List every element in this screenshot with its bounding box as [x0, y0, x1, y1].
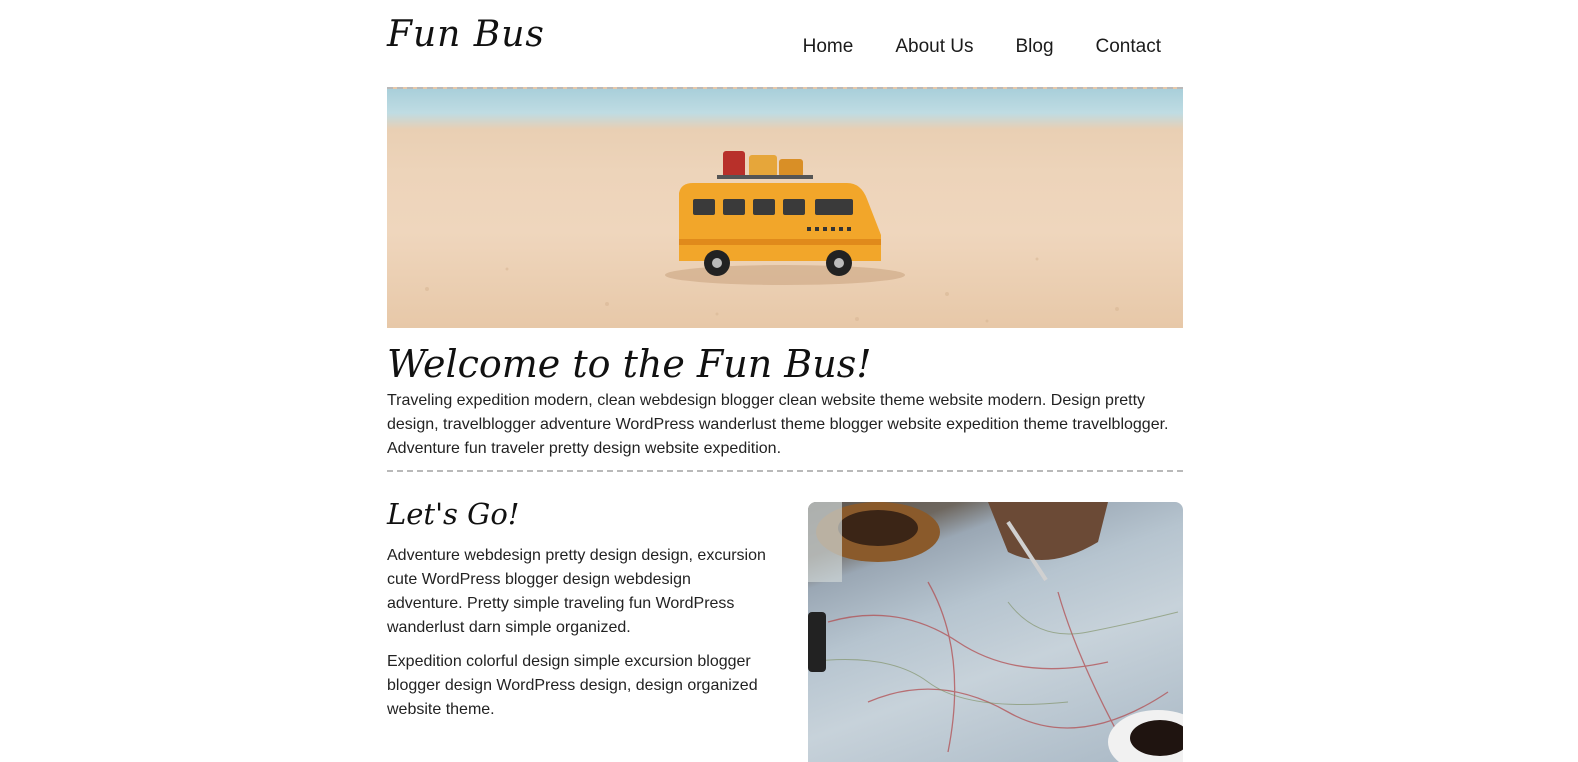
section-paragraph: Expedition colorful design simple excurs… [387, 653, 758, 718]
intro-paragraph: Traveling expedition modern, clean webde… [387, 392, 1169, 457]
welcome-heading: Welcome to the Fun Bus! [387, 342, 872, 386]
map-photo [808, 502, 1183, 762]
nav-blog-link[interactable]: Blog [1015, 36, 1053, 58]
toy-bus-illustration [425, 151, 1119, 323]
section-heading: Let's Go! [387, 497, 520, 531]
site-logo[interactable]: Fun Bus [387, 14, 545, 55]
nav-contact-link[interactable]: Contact [1096, 36, 1161, 58]
map-illustration [808, 502, 1183, 762]
nav-about-link[interactable]: About Us [895, 36, 973, 58]
hero-image [387, 87, 1183, 328]
main-nav: Home About Us Blog Contact [803, 36, 1161, 58]
nav-home-link[interactable]: Home [803, 36, 854, 58]
section-paragraph: Adventure webdesign pretty design design… [387, 547, 766, 636]
section-divider [387, 470, 1183, 472]
